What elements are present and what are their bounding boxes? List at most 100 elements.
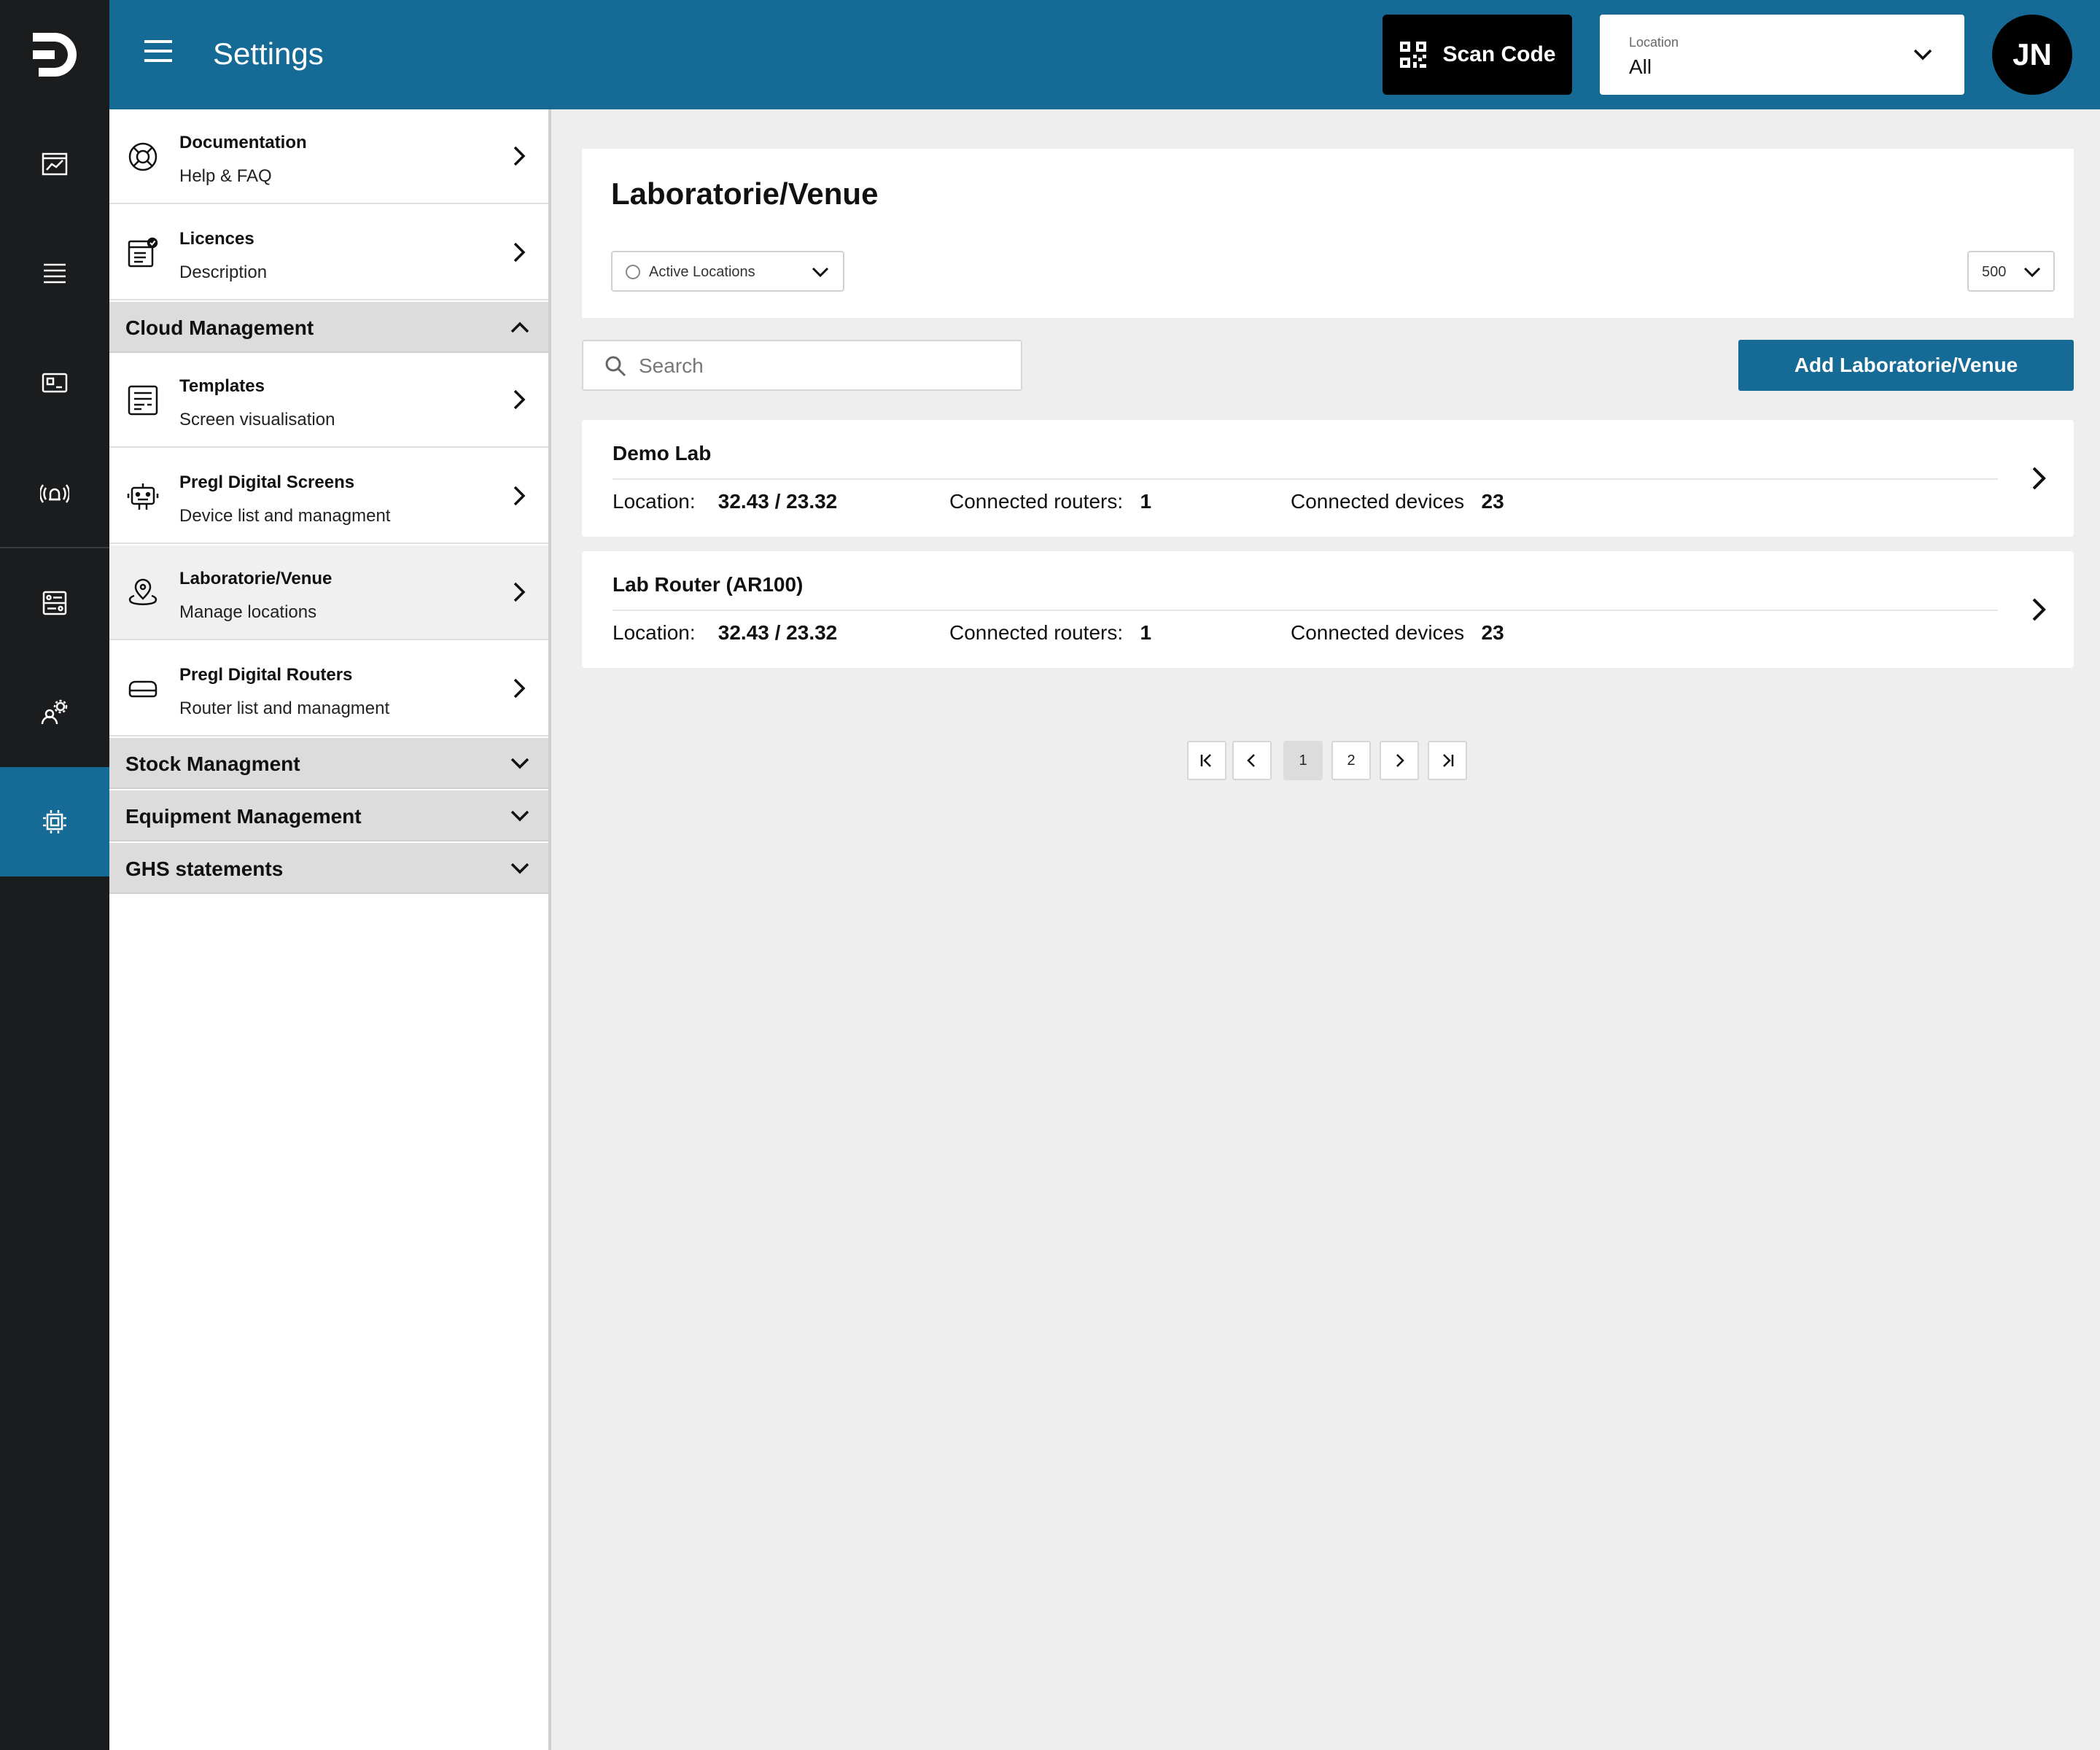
- location-label: Location: [1629, 35, 1679, 50]
- page-size-select[interactable]: 500: [1967, 251, 2055, 292]
- menu-item-title: Pregl Digital Routers: [179, 665, 353, 685]
- chevron-right-icon: [513, 582, 526, 602]
- row-location-value: 32.43 / 23.32: [718, 490, 838, 513]
- search-input[interactable]: [639, 350, 1003, 382]
- chevron-right-icon: [513, 146, 526, 166]
- location-filter-select[interactable]: Active Locations: [611, 251, 844, 292]
- first-page-button[interactable]: [1187, 741, 1226, 780]
- menu-item-title: Templates: [179, 376, 265, 396]
- search-box: [582, 340, 1022, 391]
- top-bar: Settings Scan Code Location All JN: [109, 0, 2100, 109]
- location-select[interactable]: Location All: [1600, 15, 1964, 95]
- router-icon: [128, 680, 158, 698]
- rail-user-settings[interactable]: [0, 658, 109, 767]
- logo-icon: [33, 33, 77, 77]
- licence-icon: [128, 237, 158, 268]
- row-routers-value: 1: [1140, 621, 1152, 644]
- row-routers-label: Connected routers:: [949, 621, 1124, 644]
- chevron-right-icon: [513, 242, 526, 262]
- row-routers: Connected routers: 1: [949, 621, 1151, 645]
- scan-code-button[interactable]: Scan Code: [1382, 15, 1572, 95]
- rail-alarms[interactable]: [0, 438, 109, 547]
- menu-item-subtitle: Device list and managment: [179, 506, 391, 526]
- alarm-broadcast-icon: [40, 484, 69, 503]
- chevron-right-icon: [2032, 467, 2046, 490]
- menu-item-title: Documentation: [179, 133, 307, 152]
- first-page-icon: [1200, 754, 1211, 767]
- hamburger-menu-icon[interactable]: [144, 40, 176, 69]
- section-cloud-management[interactable]: Cloud Management: [109, 302, 548, 353]
- table-row[interactable]: Demo Lab Location: 32.43 / 23.32 Connect…: [582, 420, 2074, 537]
- row-location-label: Location:: [612, 621, 696, 644]
- qr-code-icon: [1400, 42, 1427, 68]
- section-stock-managment[interactable]: Stock Managment: [109, 738, 548, 789]
- menu-item-subtitle: Screen visualisation: [179, 410, 335, 429]
- screen-icon: [42, 373, 68, 393]
- section-title: Stock Managment: [125, 752, 300, 775]
- location-pin-icon: [128, 578, 158, 605]
- menu-item-licences[interactable]: Licences Description: [109, 206, 548, 300]
- chevron-right-icon: [2032, 598, 2046, 621]
- content-header-card: Laboratorie/Venue Active Locations 500: [582, 149, 2074, 318]
- section-title: Equipment Management: [125, 805, 362, 828]
- row-location-value: 32.43 / 23.32: [718, 621, 838, 644]
- rail-screens[interactable]: [0, 328, 109, 438]
- menu-item-subtitle: Router list and managment: [179, 699, 390, 718]
- row-devices-value: 23: [1481, 621, 1504, 644]
- list-icon: [44, 263, 66, 284]
- row-devices-label: Connected devices: [1291, 621, 1465, 644]
- row-location: Location: 32.43 / 23.32: [612, 490, 837, 513]
- page-button-1[interactable]: 1: [1283, 741, 1323, 780]
- last-page-icon: [1443, 754, 1454, 767]
- rail-settings[interactable]: [0, 767, 109, 876]
- section-ghs-statements[interactable]: GHS statements: [109, 843, 548, 894]
- chevron-right-icon: [513, 486, 526, 506]
- chevron-left-icon: [1247, 754, 1255, 767]
- rail-reports[interactable]: [0, 548, 109, 658]
- section-title: GHS statements: [125, 858, 284, 880]
- menu-item-pregl-digital-screens[interactable]: Pregl Digital Screens Device list and ma…: [109, 449, 548, 544]
- row-devices-value: 23: [1481, 490, 1504, 513]
- row-routers-value: 1: [1140, 490, 1152, 513]
- row-divider: [612, 610, 1998, 611]
- page-size-value: 500: [1982, 264, 2007, 280]
- menu-item-documentation[interactable]: Documentation Help & FAQ: [109, 109, 548, 204]
- rail-dashboard[interactable]: [0, 109, 109, 219]
- rail-list[interactable]: [0, 219, 109, 328]
- chevron-down-icon: [1913, 49, 1932, 61]
- prev-page-button[interactable]: [1232, 741, 1272, 780]
- add-laboratorie-venue-button[interactable]: Add Laboratorie/Venue: [1738, 340, 2074, 391]
- menu-item-title: Licences: [179, 229, 254, 249]
- settings-menu: Documentation Help & FAQ Licences Descri…: [109, 109, 551, 1750]
- menu-item-templates[interactable]: Templates Screen visualisation: [109, 353, 548, 448]
- app-rail: [0, 0, 109, 1750]
- table-row[interactable]: Lab Router (AR100) Location: 32.43 / 23.…: [582, 551, 2074, 668]
- menu-item-subtitle: Help & FAQ: [179, 166, 272, 186]
- page-button-2[interactable]: 2: [1331, 741, 1371, 780]
- app-logo[interactable]: [0, 0, 109, 109]
- menu-item-pregl-digital-routers[interactable]: Pregl Digital Routers Router list and ma…: [109, 642, 548, 736]
- chevron-down-icon: [510, 863, 529, 874]
- chevron-down-icon: [510, 810, 529, 822]
- row-devices: Connected devices 23: [1291, 490, 1504, 513]
- chevron-up-icon: [510, 322, 529, 333]
- row-location: Location: 32.43 / 23.32: [612, 621, 837, 645]
- row-routers-label: Connected routers:: [949, 490, 1124, 513]
- chart-icon: [42, 152, 68, 176]
- scan-code-label: Scan Code: [1442, 42, 1556, 66]
- last-page-button[interactable]: [1428, 741, 1467, 780]
- chevron-down-icon: [510, 758, 529, 769]
- chip-icon: [43, 810, 66, 833]
- section-equipment-management[interactable]: Equipment Management: [109, 790, 548, 841]
- row-location-label: Location:: [612, 490, 696, 513]
- row-devices-label: Connected devices: [1291, 490, 1465, 513]
- row-devices: Connected devices 23: [1291, 621, 1504, 645]
- menu-item-laboratorie-venue[interactable]: Laboratorie/Venue Manage locations: [109, 545, 548, 640]
- user-avatar[interactable]: JN: [1992, 15, 2072, 95]
- row-name: Demo Lab: [612, 442, 712, 464]
- section-title: Cloud Management: [125, 316, 314, 339]
- filter-label: Active Locations: [649, 264, 755, 280]
- next-page-button[interactable]: [1380, 741, 1419, 780]
- menu-item-title: Laboratorie/Venue: [179, 569, 332, 588]
- row-name: Lab Router (AR100): [612, 573, 804, 596]
